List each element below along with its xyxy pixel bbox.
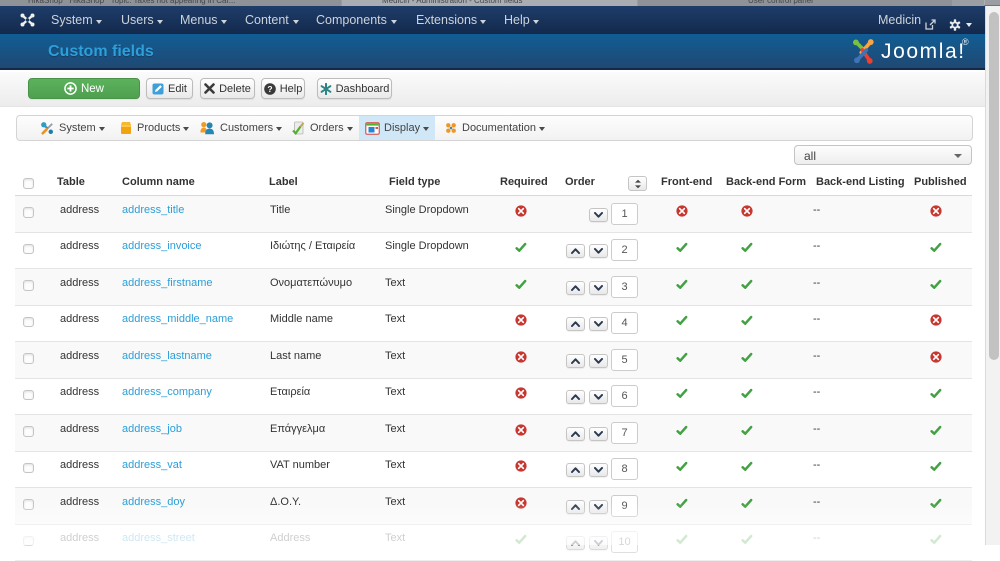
svg-text:?: ? xyxy=(267,84,272,94)
